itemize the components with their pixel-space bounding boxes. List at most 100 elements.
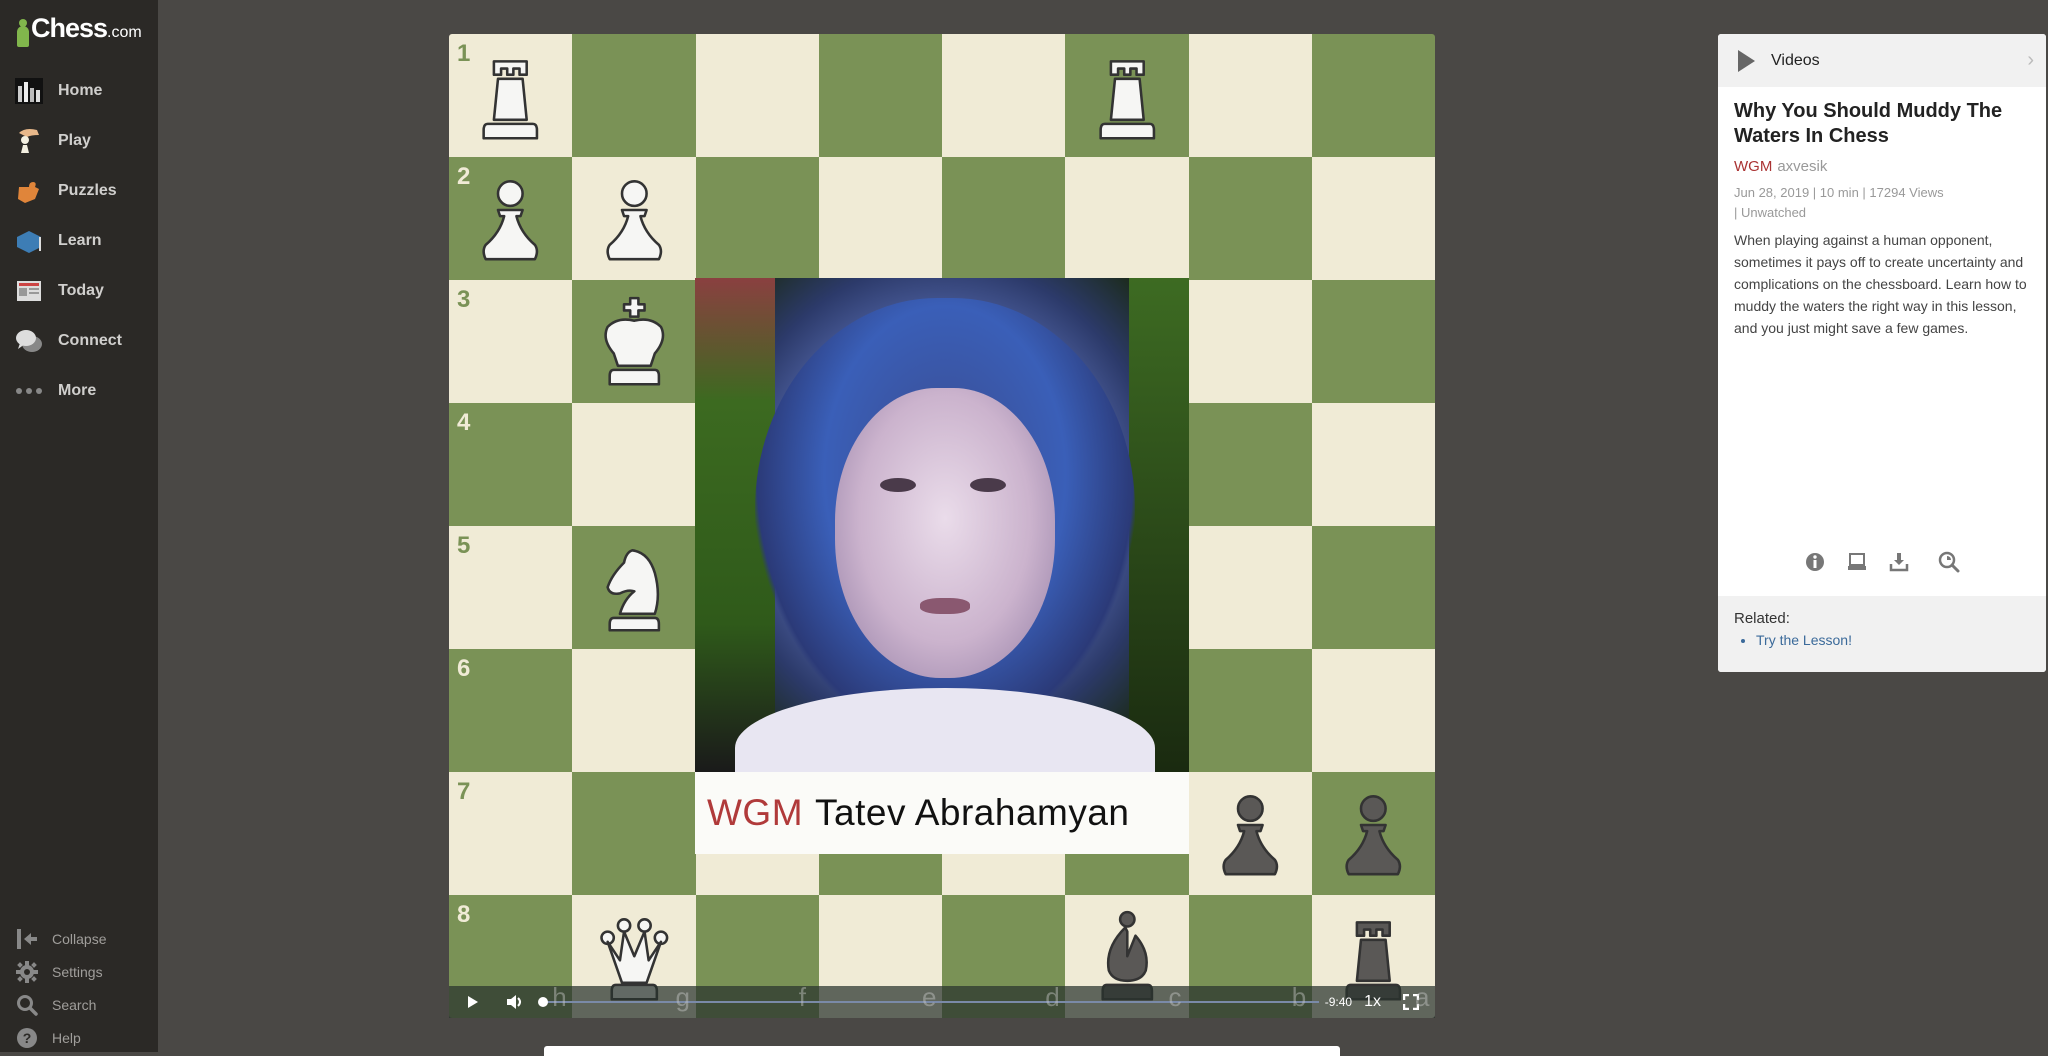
nav-item-play[interactable]: Play — [0, 116, 158, 166]
file-label: c — [1168, 982, 1182, 1012]
square-a6 — [1311, 649, 1435, 772]
video-description: When playing against a human opponent, s… — [1734, 232, 2027, 336]
white-rook-piece — [449, 34, 572, 157]
video-title: Why You Should Muddy The Waters In Chess — [1734, 100, 2003, 147]
svg-text:?: ? — [23, 1030, 32, 1046]
square-d2 — [942, 157, 1066, 280]
volume-icon — [507, 995, 521, 1009]
newspaper-icon — [15, 277, 43, 305]
nav-item-puzzles[interactable]: Puzzles — [0, 166, 158, 216]
volume-button[interactable] — [499, 986, 531, 1018]
play-icon — [468, 996, 478, 1008]
file-label: d — [1045, 982, 1060, 1012]
file-label: b — [1291, 982, 1307, 1012]
main-nav: Home Play Puzzles Learn Today Connect Mo… — [0, 66, 158, 416]
info-icon — [1806, 553, 1824, 571]
download-icon — [1889, 553, 1909, 572]
chess-com-logo[interactable]: Chess.com — [16, 14, 142, 47]
author-username-link[interactable]: axvesik — [1777, 158, 1827, 175]
computer-button[interactable] — [1845, 550, 1869, 574]
rank-label: 4 — [457, 409, 471, 436]
nav-item-connect[interactable]: Connect — [0, 316, 158, 366]
presenter-video-overlay — [695, 278, 1189, 772]
square-g4 — [572, 403, 696, 526]
square-e2 — [818, 157, 942, 280]
white-rook-piece — [1065, 34, 1188, 157]
related-link-try-lesson[interactable]: Try the Lesson! — [1756, 632, 2030, 648]
white-king-piece — [572, 280, 695, 403]
white-pawn-piece — [572, 157, 695, 280]
file-label: a — [1415, 982, 1430, 1012]
square-c2 — [1065, 157, 1189, 280]
square-e1 — [818, 34, 942, 157]
logo-text: Chess.com — [31, 13, 142, 43]
below-player-panel — [544, 1046, 1340, 1056]
analysis-icon — [1938, 551, 1960, 573]
playback-speed-button[interactable]: 1x — [1364, 993, 1381, 1011]
graduation-cap-icon — [15, 227, 43, 255]
rank-label: 8 — [457, 901, 471, 928]
black-pawn-piece — [1312, 772, 1435, 895]
videos-header-link[interactable]: Videos › — [1718, 34, 2046, 87]
home-icon — [15, 77, 43, 105]
video-player[interactable]: 12 3 4 5 6 7 8 WGM Tatev Abrahamyan h g f e d c b a -… — [449, 34, 1435, 1018]
square-h7: 7 — [449, 772, 573, 895]
author-title: WGM — [1734, 158, 1773, 175]
nav-item-home[interactable]: Home — [0, 66, 158, 116]
help-button[interactable]: ? Help — [0, 1021, 158, 1054]
video-controls: h g f e d c b a -9:40 1x — [449, 982, 1435, 1018]
help-icon: ? — [16, 1027, 38, 1049]
sidebar: Chess.com Home Play Puzzles Learn Today … — [0, 0, 158, 1052]
seek-knob[interactable] — [538, 997, 548, 1007]
square-a7 — [1311, 772, 1435, 895]
nav-item-more[interactable]: More — [0, 366, 158, 416]
square-a5 — [1311, 526, 1435, 649]
square-h4: 4 — [449, 403, 573, 526]
square-h6: 6 — [449, 649, 573, 772]
square-b5 — [1188, 526, 1312, 649]
info-button[interactable] — [1803, 550, 1827, 574]
download-button[interactable] — [1887, 550, 1911, 574]
video-meta: Jun 28, 2019 | 10 min | 17294 Views | Un… — [1734, 185, 1944, 220]
square-a4 — [1311, 403, 1435, 526]
square-g6 — [572, 649, 696, 772]
collapse-button[interactable]: Collapse — [0, 922, 158, 955]
search-icon — [16, 994, 38, 1016]
analysis-button[interactable] — [1937, 550, 1961, 574]
square-g2 — [572, 157, 696, 280]
gear-icon — [16, 960, 38, 983]
presenter-name: Tatev Abrahamyan — [815, 792, 1130, 833]
square-b3 — [1188, 280, 1312, 403]
white-knight-piece — [572, 526, 695, 649]
time-remaining: -9:40 — [1324, 995, 1353, 1009]
chevron-right-icon: › — [2027, 49, 2034, 71]
square-c1 — [1065, 34, 1189, 157]
square-f2 — [695, 157, 819, 280]
computer-icon — [1848, 553, 1866, 570]
rank-label: 7 — [457, 778, 471, 805]
square-d1 — [942, 34, 1066, 157]
file-label: h — [552, 982, 567, 1012]
square-h3: 3 — [449, 280, 573, 403]
square-a2 — [1311, 157, 1435, 280]
square-h2: 2 — [449, 157, 573, 280]
square-b4 — [1188, 403, 1312, 526]
play-button[interactable] — [457, 986, 489, 1018]
video-info-panel: Videos › Why You Should Muddy The Waters… — [1718, 34, 2046, 672]
square-g5 — [572, 526, 696, 649]
square-b1 — [1188, 34, 1312, 157]
collapse-icon — [16, 928, 38, 950]
nav-item-learn[interactable]: Learn — [0, 216, 158, 266]
file-label: g — [675, 982, 690, 1012]
rank-label: 5 — [457, 532, 471, 559]
nav-item-today[interactable]: Today — [0, 266, 158, 316]
presenter-title: WGM — [707, 792, 804, 833]
file-label: f — [798, 982, 806, 1012]
settings-button[interactable]: Settings — [0, 955, 158, 988]
square-g3 — [572, 280, 696, 403]
seek-bar[interactable]: hgfedcba — [538, 982, 1429, 1018]
more-dots-icon — [15, 377, 43, 405]
square-g7 — [572, 772, 696, 895]
search-button[interactable]: Search — [0, 988, 158, 1021]
square-f1 — [695, 34, 819, 157]
